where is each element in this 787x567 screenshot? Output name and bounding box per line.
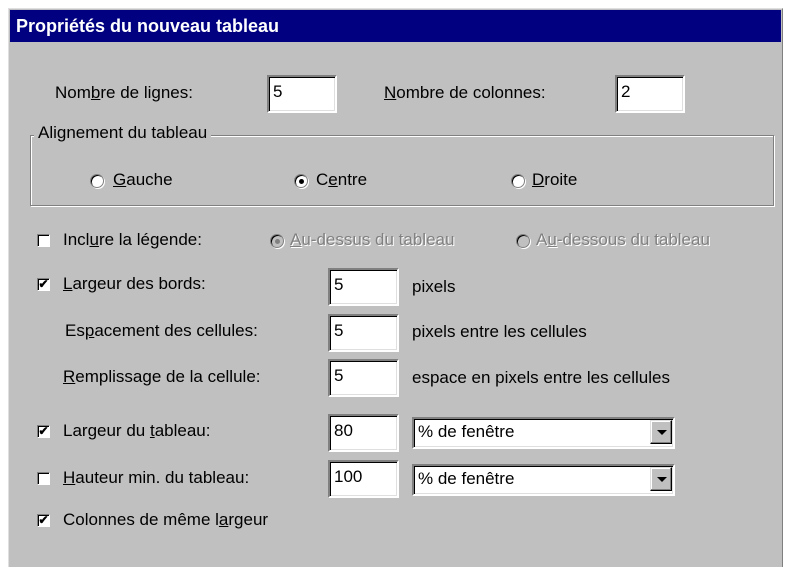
caption-above-label[interactable]: Au-dessus du tableau — [290, 230, 454, 250]
align-center-radio[interactable] — [294, 174, 308, 188]
equal-cols-label[interactable]: Colonnes de même largeur — [63, 510, 268, 530]
padding-label: Remplissage de la cellule: — [63, 367, 261, 386]
rows-input[interactable]: 5 — [267, 75, 337, 113]
height-input[interactable]: 100 — [328, 460, 399, 498]
border-checkbox[interactable]: ✔ — [37, 278, 50, 291]
chevron-down-icon[interactable] — [650, 420, 672, 444]
height-unit-select[interactable]: % de fenêtre — [412, 464, 675, 496]
border-input[interactable]: 5 — [328, 268, 399, 306]
cols-input[interactable]: 2 — [615, 75, 685, 113]
height-unit-value: % de fenêtre — [418, 469, 515, 488]
align-right-radio[interactable] — [511, 174, 525, 188]
rows-label: Nombre de lignes: — [55, 83, 193, 102]
cols-label: Nombre de colonnes: — [384, 83, 546, 102]
width-label[interactable]: Largeur du tableau: — [63, 421, 210, 441]
border-unit: pixels — [412, 277, 456, 296]
caption-above-radio[interactable] — [270, 234, 284, 248]
spacing-input[interactable]: 5 — [328, 314, 399, 352]
padding-unit: espace en pixels entre les cellules — [412, 368, 670, 387]
padding-input[interactable]: 5 — [328, 359, 399, 397]
caption-checkbox[interactable] — [37, 234, 50, 247]
spacing-label: Espacement des cellules: — [65, 321, 258, 340]
title-bar: Propriétés du nouveau tableau — [10, 10, 781, 42]
height-label[interactable]: Hauteur min. du tableau: — [63, 468, 249, 488]
height-checkbox[interactable] — [37, 472, 50, 485]
align-center-label[interactable]: Centre — [316, 170, 367, 190]
border-label[interactable]: Largeur des bords: — [63, 274, 206, 294]
width-unit-value: % de fenêtre — [418, 422, 515, 441]
caption-below-radio[interactable] — [516, 234, 530, 248]
dialog-window: Propriétés du nouveau tableau Nombre de … — [8, 8, 783, 567]
caption-below-label[interactable]: Au-dessous du tableau — [536, 230, 710, 250]
align-left-radio[interactable] — [90, 174, 104, 188]
chevron-down-icon[interactable] — [650, 467, 672, 491]
equal-cols-checkbox[interactable]: ✔ — [37, 514, 50, 527]
width-input[interactable]: 80 — [328, 414, 399, 452]
align-right-label[interactable]: Droite — [532, 170, 577, 190]
alignment-legend: Alignement du tableau — [34, 123, 212, 143]
caption-label[interactable]: Inclure la légende: — [63, 230, 202, 250]
width-unit-select[interactable]: % de fenêtre — [412, 417, 675, 449]
spacing-unit: pixels entre les cellules — [412, 322, 587, 341]
width-checkbox[interactable]: ✔ — [37, 425, 50, 438]
align-left-label[interactable]: Gauche — [113, 170, 173, 190]
